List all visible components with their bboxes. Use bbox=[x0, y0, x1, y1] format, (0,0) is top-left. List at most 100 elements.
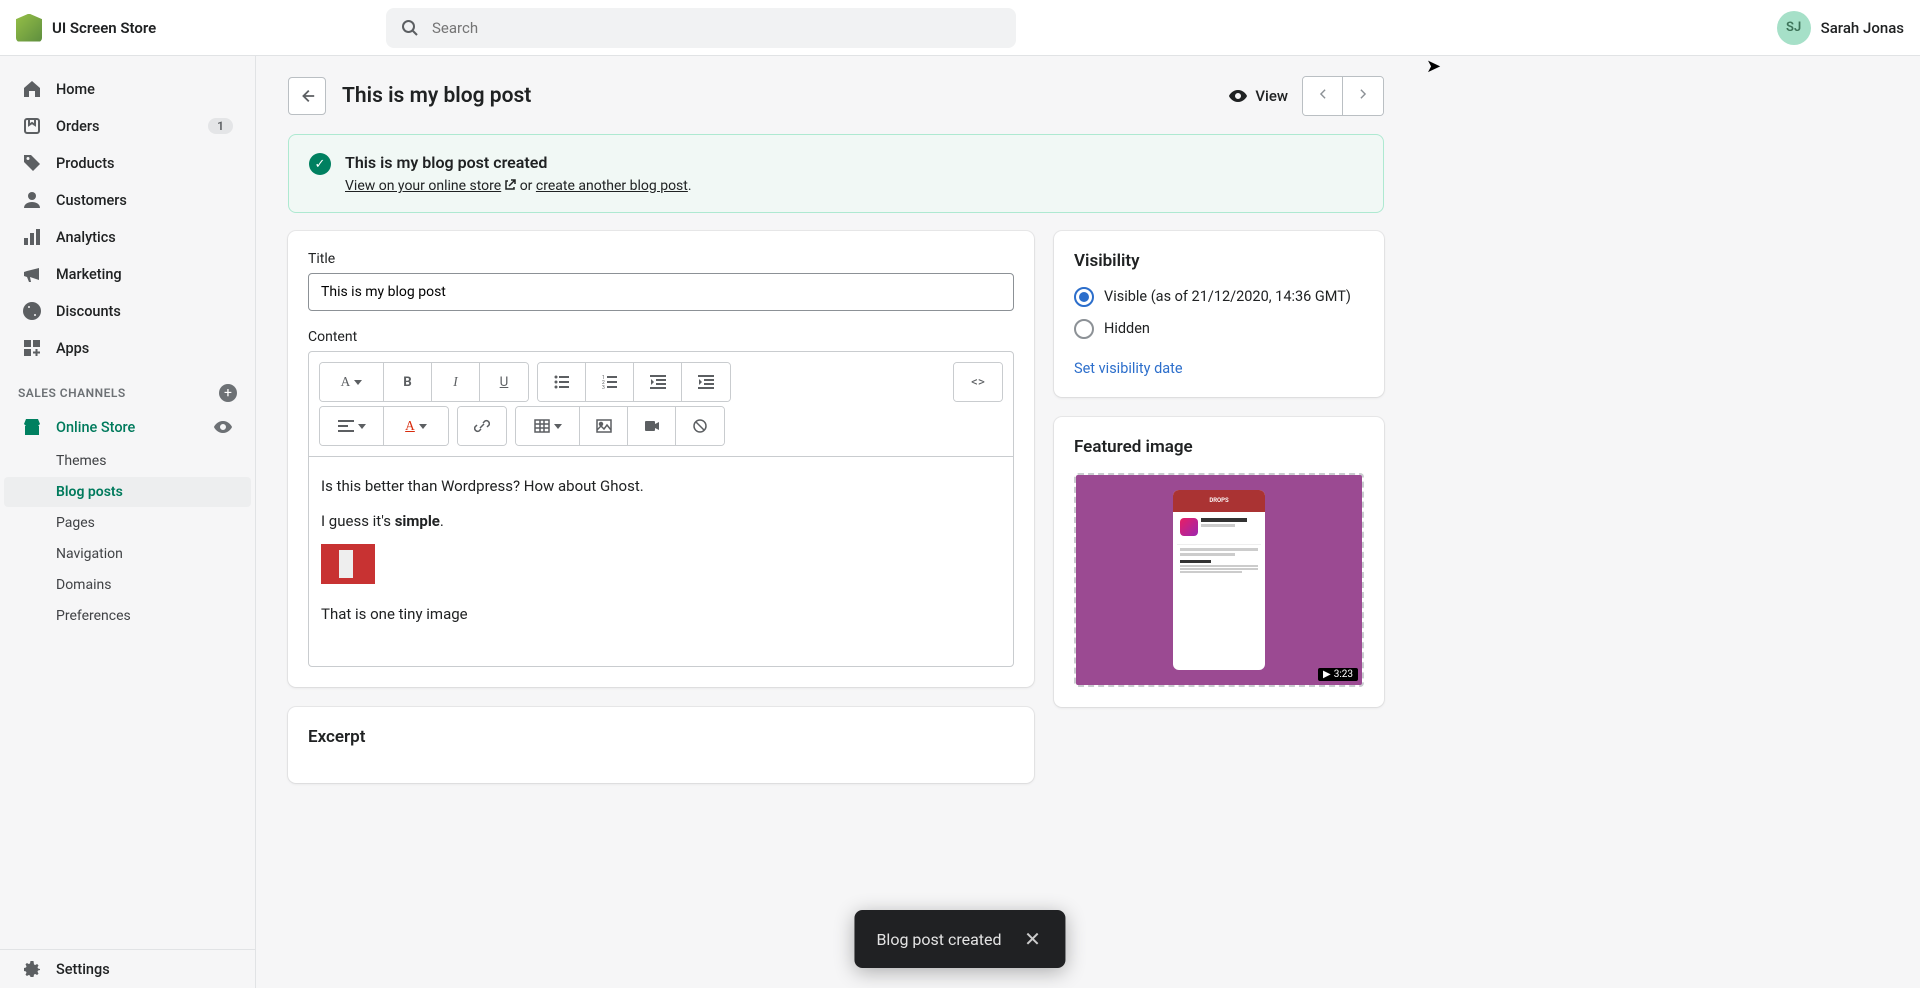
section-label: SALES CHANNELS bbox=[18, 386, 126, 400]
nav-label: Discounts bbox=[56, 303, 121, 320]
eye-icon[interactable] bbox=[213, 417, 233, 437]
view-online-store-link[interactable]: View on your online store bbox=[345, 178, 516, 194]
phone-mockup: DROPS bbox=[1173, 490, 1265, 670]
numbered-list-button[interactable]: 123 bbox=[586, 363, 634, 401]
eye-icon bbox=[1228, 86, 1248, 106]
table-dropdown[interactable] bbox=[516, 407, 580, 445]
nav-analytics[interactable]: Analytics bbox=[4, 219, 251, 255]
prev-button[interactable] bbox=[1303, 77, 1343, 115]
content-paragraph: That is one tiny image bbox=[321, 603, 1001, 626]
title-label: Title bbox=[308, 251, 1014, 267]
nav-label: Orders bbox=[56, 118, 100, 135]
visibility-heading: Visibility bbox=[1074, 251, 1364, 271]
inline-image[interactable] bbox=[321, 544, 375, 584]
italic-button[interactable]: I bbox=[432, 363, 480, 401]
user-menu[interactable]: SJ Sarah Jonas bbox=[1777, 11, 1904, 45]
subnav-blog-posts[interactable]: Blog posts bbox=[4, 477, 251, 507]
person-icon bbox=[22, 190, 42, 210]
nav-label: Home bbox=[56, 81, 95, 98]
featured-image-card: Featured image DROPS ▶ 3:23 bbox=[1054, 417, 1384, 707]
outdent-button[interactable] bbox=[634, 363, 682, 401]
nav-apps[interactable]: Apps bbox=[4, 330, 251, 366]
external-link-icon bbox=[504, 179, 516, 191]
next-button[interactable] bbox=[1343, 77, 1383, 115]
radio-checked-icon bbox=[1074, 287, 1094, 307]
content-paragraph: I guess it's simple. bbox=[321, 510, 1001, 533]
sales-channels-header: SALES CHANNELS + bbox=[0, 384, 255, 408]
rich-text-editor: A B I U 123 bbox=[308, 351, 1014, 667]
visibility-card: Visibility Visible (as of 21/12/2020, 14… bbox=[1054, 231, 1384, 397]
search-bar[interactable] bbox=[386, 8, 1016, 48]
excerpt-card: Excerpt bbox=[288, 707, 1034, 783]
success-banner: ✓ This is my blog post created View on y… bbox=[288, 134, 1384, 213]
bullet-list-button[interactable] bbox=[538, 363, 586, 401]
editor-toolbar-row-2: A bbox=[309, 406, 1013, 456]
home-icon bbox=[22, 79, 42, 99]
subnav-themes[interactable]: Themes bbox=[4, 446, 251, 476]
featured-image-dropzone[interactable]: DROPS ▶ 3:23 bbox=[1074, 473, 1364, 687]
nav-label: Apps bbox=[56, 340, 89, 357]
chevron-down-icon bbox=[419, 424, 427, 429]
nav-products[interactable]: Products bbox=[4, 145, 251, 181]
nav-home[interactable]: Home bbox=[4, 71, 251, 107]
editor-toolbar-row-1: A B I U 123 bbox=[309, 352, 1013, 406]
subnav-domains[interactable]: Domains bbox=[4, 570, 251, 600]
align-dropdown[interactable] bbox=[320, 407, 384, 445]
nav-label: Online Store bbox=[56, 419, 135, 436]
title-content-card: Title Content A B I U bbox=[288, 231, 1034, 687]
nav-orders[interactable]: Orders 1 bbox=[4, 108, 251, 144]
shopify-logo-icon bbox=[16, 14, 42, 42]
featured-image-preview: DROPS ▶ 3:23 bbox=[1076, 475, 1362, 685]
nav-label: Marketing bbox=[56, 266, 122, 283]
chevron-down-icon bbox=[554, 424, 562, 429]
underline-button[interactable]: U bbox=[480, 363, 528, 401]
gear-icon bbox=[22, 959, 42, 979]
pager bbox=[1302, 76, 1384, 116]
discount-icon bbox=[22, 301, 42, 321]
subnav-preferences[interactable]: Preferences bbox=[4, 601, 251, 631]
subnav-pages[interactable]: Pages bbox=[4, 508, 251, 538]
banner-body: View on your online store or create anot… bbox=[345, 178, 692, 194]
visibility-visible-option[interactable]: Visible (as of 21/12/2020, 14:36 GMT) bbox=[1074, 287, 1364, 307]
toast-message: Blog post created bbox=[876, 930, 1001, 949]
avatar: SJ bbox=[1777, 11, 1811, 45]
image-button[interactable] bbox=[580, 407, 628, 445]
excerpt-heading: Excerpt bbox=[308, 727, 1014, 747]
create-another-link[interactable]: create another blog post bbox=[536, 178, 688, 194]
chevron-down-icon bbox=[354, 380, 362, 385]
banner-title: This is my blog post created bbox=[345, 153, 692, 172]
content-label: Content bbox=[308, 329, 1014, 345]
view-button[interactable]: View bbox=[1228, 86, 1288, 106]
nav-settings[interactable]: Settings bbox=[4, 951, 251, 987]
set-visibility-date-link[interactable]: Set visibility date bbox=[1074, 360, 1183, 377]
nav-customers[interactable]: Customers bbox=[4, 182, 251, 218]
nav-marketing[interactable]: Marketing bbox=[4, 256, 251, 292]
toast-notification: Blog post created ✕ bbox=[854, 910, 1065, 968]
brand[interactable]: UI Screen Store bbox=[16, 14, 386, 42]
html-button[interactable]: <> bbox=[954, 363, 1002, 401]
link-button[interactable] bbox=[458, 407, 506, 445]
toast-close-button[interactable]: ✕ bbox=[1022, 928, 1044, 950]
nav-label: Settings bbox=[56, 961, 110, 978]
title-input[interactable] bbox=[308, 273, 1014, 311]
search-icon bbox=[400, 18, 420, 38]
format-dropdown[interactable]: A bbox=[320, 363, 384, 401]
nav-discounts[interactable]: Discounts bbox=[4, 293, 251, 329]
video-button[interactable] bbox=[628, 407, 676, 445]
video-duration-badge: ▶ 3:23 bbox=[1318, 668, 1358, 681]
indent-button[interactable] bbox=[682, 363, 730, 401]
back-button[interactable] bbox=[288, 77, 326, 115]
editor-content-area[interactable]: Is this better than Wordpress? How about… bbox=[309, 456, 1013, 666]
search-input[interactable] bbox=[432, 19, 1002, 37]
store-name: UI Screen Store bbox=[52, 19, 156, 37]
main-content: This is my blog post View ✓ This is my b… bbox=[256, 56, 1416, 988]
add-channel-button[interactable]: + bbox=[219, 384, 237, 402]
color-dropdown[interactable]: A bbox=[384, 407, 448, 445]
bold-button[interactable]: B bbox=[384, 363, 432, 401]
visibility-hidden-option[interactable]: Hidden bbox=[1074, 319, 1364, 339]
subnav-navigation[interactable]: Navigation bbox=[4, 539, 251, 569]
clear-format-button[interactable] bbox=[676, 407, 724, 445]
user-name: Sarah Jonas bbox=[1821, 19, 1904, 37]
nav-label: Customers bbox=[56, 192, 127, 209]
nav-online-store[interactable]: Online Store bbox=[4, 409, 251, 445]
